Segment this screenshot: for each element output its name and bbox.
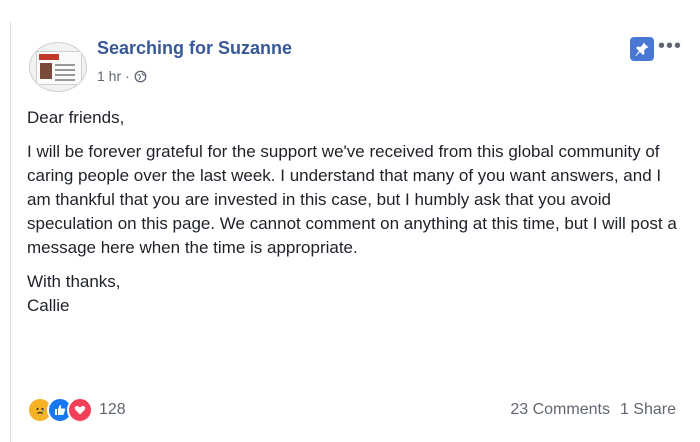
post-card: Searching for Suzanne 1 hr · ••• Dear fr… xyxy=(10,22,690,442)
more-options-icon[interactable]: ••• xyxy=(658,36,682,56)
post-greeting: Dear friends, xyxy=(27,108,125,127)
meta-separator: · xyxy=(125,68,130,84)
reaction-count: 128 xyxy=(99,401,126,418)
pin-button[interactable] xyxy=(630,37,654,61)
love-reaction-icon xyxy=(67,397,93,423)
reactions-summary[interactable]: 128 xyxy=(27,397,126,423)
missing-poster-image xyxy=(36,51,82,85)
post-signoff: With thanks, Callie xyxy=(27,272,121,315)
comments-link[interactable]: 23 Comments xyxy=(510,401,610,419)
post-meta: 1 hr · xyxy=(97,68,147,84)
page-avatar[interactable] xyxy=(29,42,87,92)
engagement-stats: 23 Comments 1 Share xyxy=(510,401,676,419)
shares-link[interactable]: 1 Share xyxy=(620,401,676,419)
pin-icon xyxy=(635,42,649,56)
globe-icon xyxy=(134,70,147,82)
page-name-link[interactable]: Searching for Suzanne xyxy=(97,38,292,59)
post-body: Dear friends, I will be forever grateful… xyxy=(27,106,687,328)
post-footer: 128 23 Comments 1 Share xyxy=(27,397,676,423)
post-message: I will be forever grateful for the suppo… xyxy=(27,142,677,257)
post-timestamp[interactable]: 1 hr xyxy=(97,68,121,84)
